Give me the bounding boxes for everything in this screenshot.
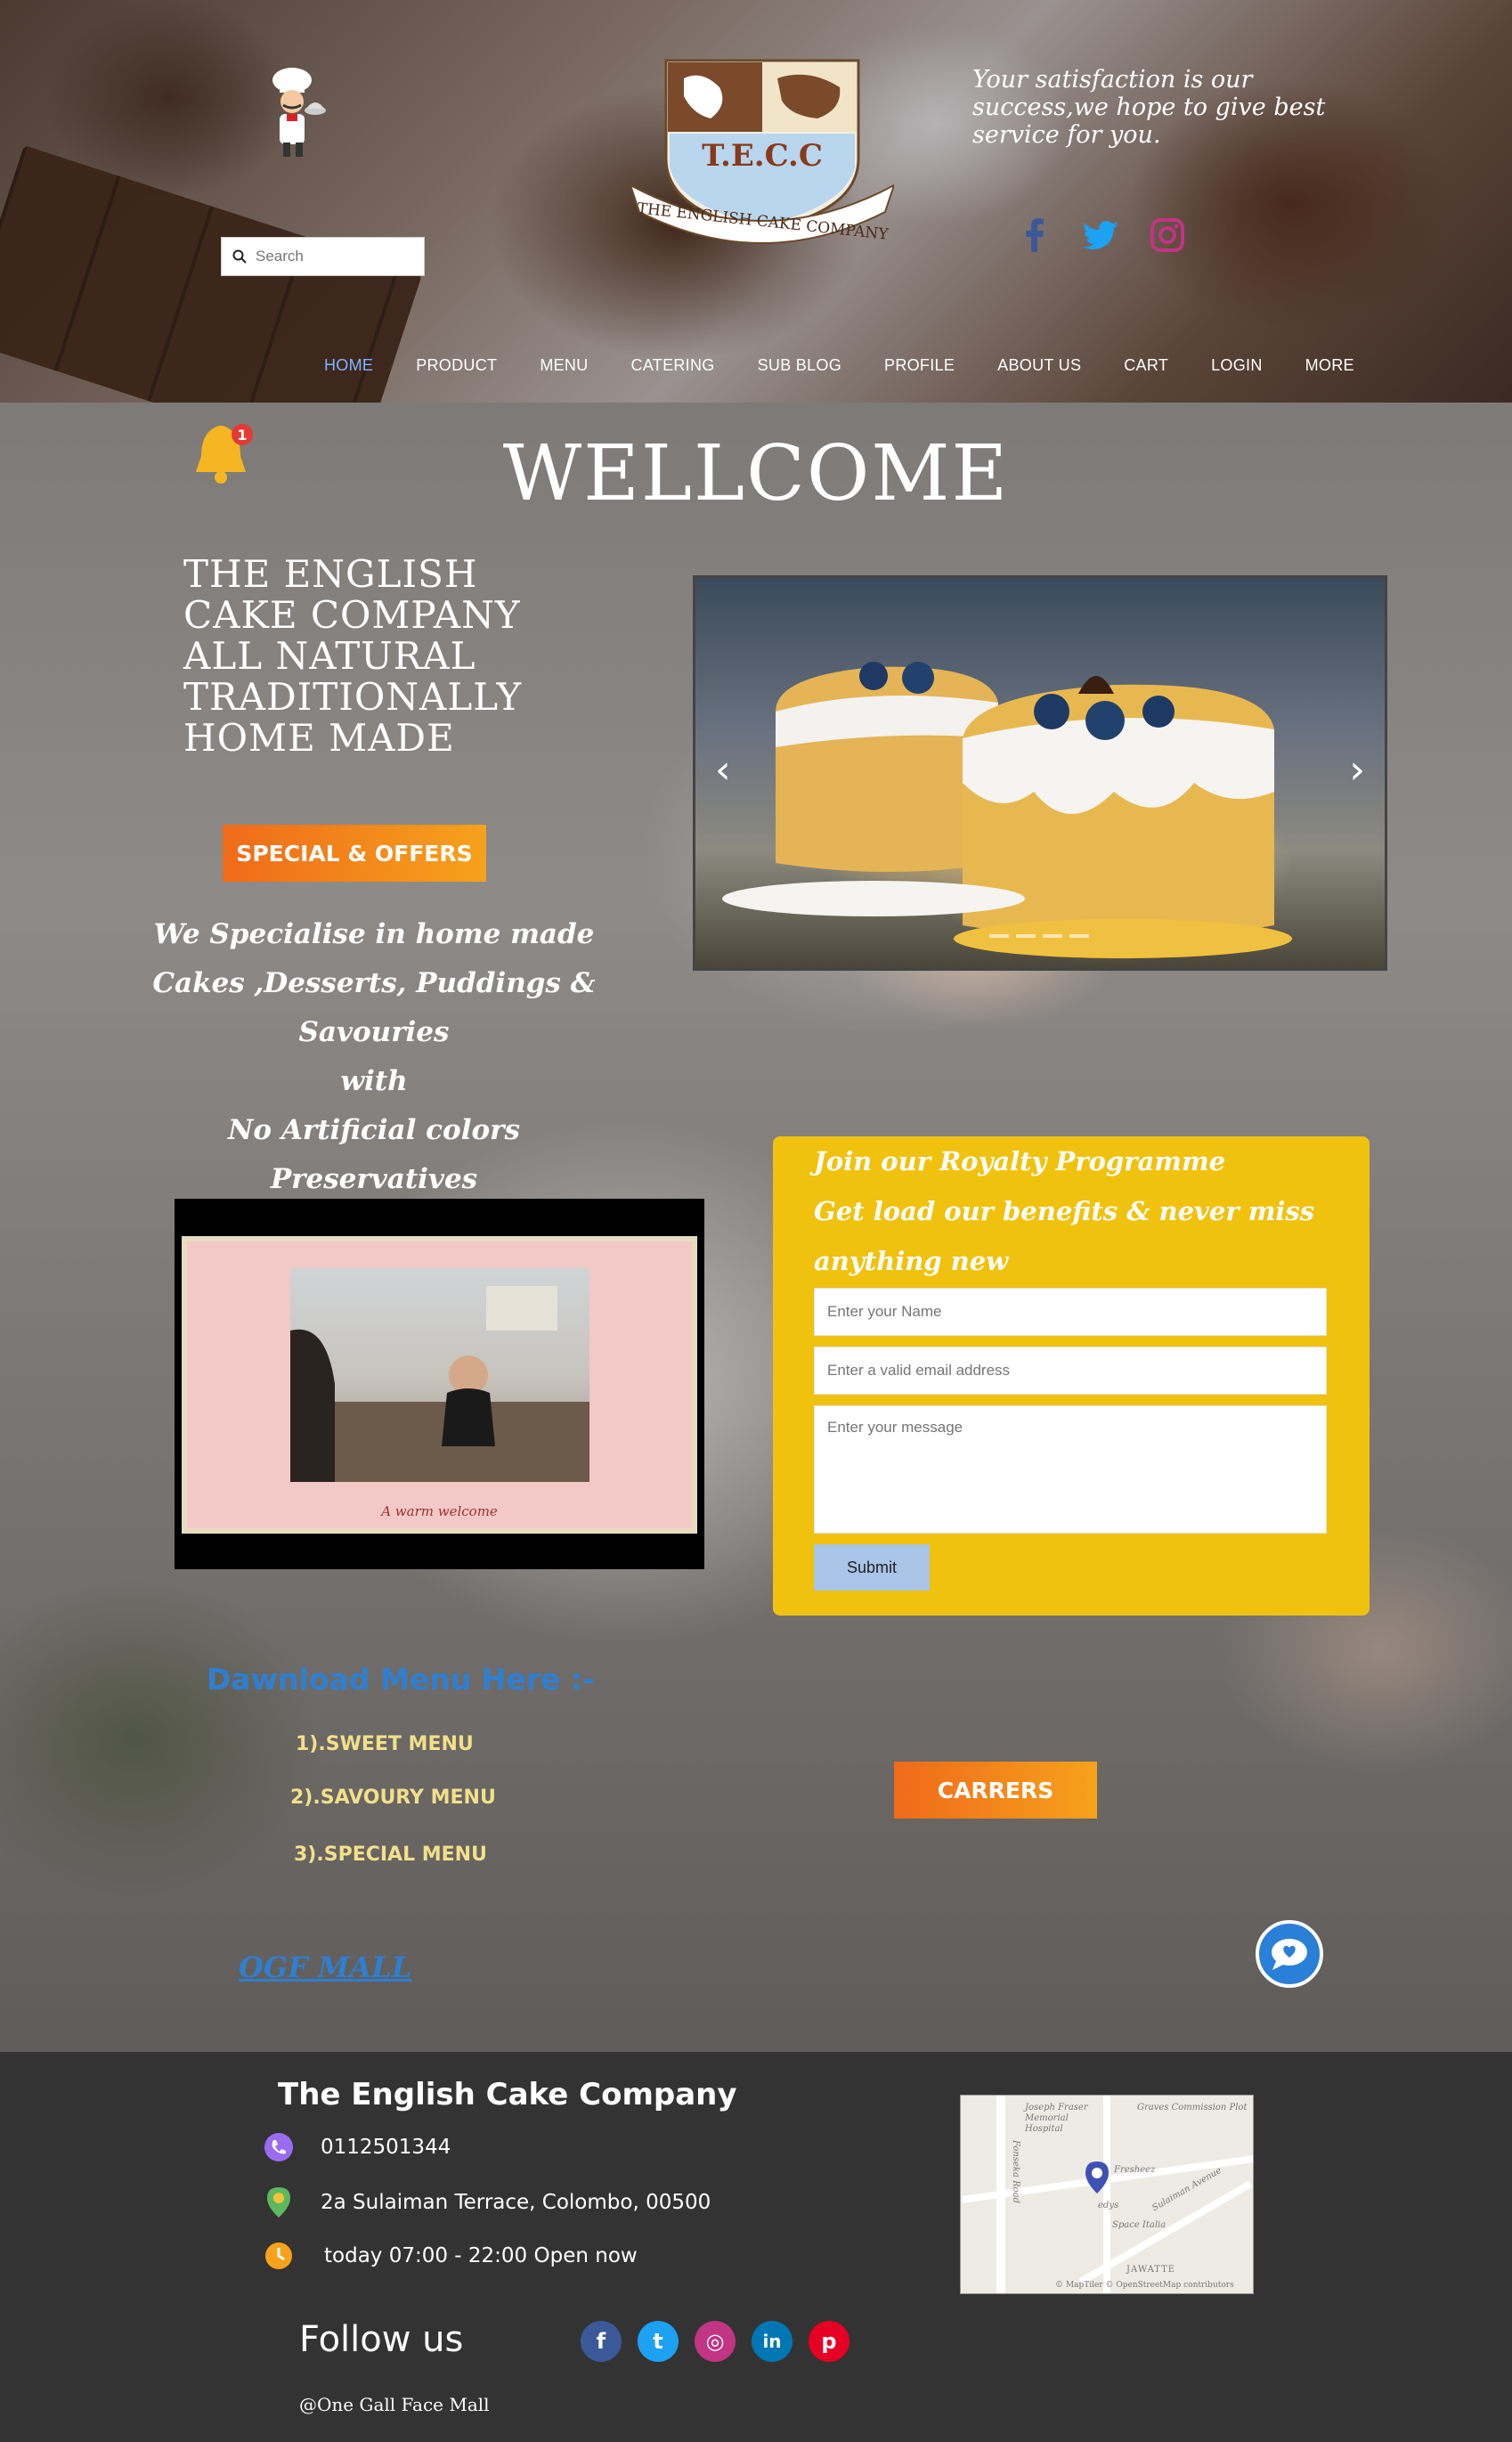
- specialise-text: We Specialise in home made Cakes ,Desser…: [125, 910, 623, 1204]
- specialise-line: Cakes ,Desserts, Puddings & Savouries: [152, 967, 596, 1048]
- chat-button[interactable]: [1256, 1920, 1323, 1988]
- royalty-form: Join our Royalty Programme Get load our …: [773, 1136, 1370, 1616]
- twitter-icon[interactable]: t: [638, 2321, 679, 2362]
- search-icon: [232, 249, 247, 264]
- chef-icon: [272, 68, 326, 157]
- download-menu-heading[interactable]: Dawnload Menu Here :-: [207, 1662, 595, 1697]
- hero-title: THE ENGLISH CAKE COMPANY ALL NATURAL TRA…: [183, 552, 523, 760]
- facebook-icon[interactable]: [1020, 217, 1049, 253]
- phone-icon: [264, 2133, 293, 2161]
- video-thumbnail: [290, 1268, 589, 1482]
- submit-button[interactable]: Submit: [814, 1544, 930, 1591]
- nav-sub-blog[interactable]: SUB BLOG: [736, 356, 863, 375]
- royalty-heading: Join our Royalty Programme: [814, 1146, 1226, 1176]
- specialise-line: with: [340, 1065, 408, 1097]
- nav-catering[interactable]: CATERING: [610, 356, 736, 375]
- nav-cart[interactable]: CART: [1102, 356, 1190, 375]
- site-header: T.E.C.C THE ENGLISH CAKE COMPANY Your sa…: [0, 0, 1512, 403]
- map-label: Joseph Fraser Memorial Hospital: [1025, 2103, 1088, 2134]
- map-label: edys: [1098, 2201, 1119, 2210]
- address-text: 2a Sulaiman Terrace, Colombo, 00500: [321, 2191, 711, 2214]
- video-caption: A warm welcome: [381, 1503, 498, 1519]
- phone-number: 0112501344: [321, 2136, 451, 2159]
- search-box[interactable]: [221, 237, 425, 276]
- map-label: JAWATTE: [1126, 2265, 1176, 2275]
- ogf-mall-link[interactable]: OGF MALL: [239, 1950, 411, 1984]
- company-logo[interactable]: T.E.C.C THE ENGLISH CAKE COMPANY: [630, 52, 894, 265]
- carousel-next-arrow[interactable]: ›: [1349, 747, 1365, 793]
- message-field[interactable]: [814, 1405, 1327, 1534]
- address-row: 2a Sulaiman Terrace, Colombo, 00500: [264, 2186, 711, 2219]
- carousel-dot[interactable]: [989, 934, 1009, 938]
- site-footer: The English Cake Company 0112501344 2a S…: [0, 2052, 1512, 2442]
- nav-more[interactable]: MORE: [1284, 356, 1376, 375]
- map-label: Space Italia: [1112, 2220, 1167, 2230]
- footer-social-links: f t ◎ in p: [581, 2321, 849, 2362]
- follow-us-label: Follow us: [299, 2319, 464, 2360]
- linkedin-icon[interactable]: in: [752, 2321, 793, 2362]
- hours-text: today 07:00 - 22:00 Open now: [324, 2244, 638, 2267]
- sweet-menu-link[interactable]: 1).SWEET MENU: [296, 1733, 474, 1755]
- clock-icon: [265, 2243, 292, 2269]
- map-label: Fresheez: [1114, 2165, 1156, 2175]
- special-offers-button[interactable]: SPECIAL & OFFERS: [223, 825, 486, 882]
- search-input[interactable]: [256, 248, 407, 265]
- specialise-line: Preservatives: [270, 1163, 478, 1195]
- footer-title: The English Cake Company: [278, 2077, 737, 2112]
- main-content: 1 WELLCOME THE ENGLISH CAKE COMPANY ALL …: [0, 403, 1512, 2052]
- carousel-indicators: [989, 934, 1089, 938]
- map-credit: © MapTiler © OpenStreetMap contributors: [1055, 2281, 1234, 2290]
- welcome-heading: WELLCOME: [502, 429, 1010, 518]
- svg-text:T.E.C.C: T.E.C.C: [702, 138, 823, 174]
- nav-home[interactable]: HOME: [303, 356, 394, 375]
- nav-profile[interactable]: PROFILE: [863, 356, 976, 375]
- main-nav: HOME PRODUCT MENU CATERING SUB BLOG PROF…: [303, 356, 1376, 375]
- cake-slide-image: [722, 662, 1292, 958]
- carousel-dot[interactable]: [1016, 934, 1036, 938]
- map-label: Fonseka Road: [1011, 2139, 1021, 2204]
- carousel-dot[interactable]: [1043, 934, 1062, 938]
- royalty-subheading: anything new: [814, 1246, 1009, 1276]
- nav-login[interactable]: LOGIN: [1190, 356, 1284, 375]
- twitter-icon[interactable]: [1081, 217, 1120, 253]
- header-tagline: Your satisfaction is our success,we hope…: [972, 66, 1326, 149]
- mall-text: @One Gall Face Mall: [299, 2394, 490, 2415]
- instagram-icon[interactable]: [1149, 217, 1186, 253]
- welcome-video[interactable]: A warm welcome: [175, 1199, 704, 1569]
- map-label: Graves Commission Plot: [1137, 2103, 1248, 2112]
- image-carousel[interactable]: ‹ ›: [693, 575, 1387, 971]
- instagram-icon[interactable]: ◎: [695, 2321, 736, 2362]
- map-pin-icon: [1085, 2161, 1109, 2194]
- specialise-line: We Specialise in home made: [153, 918, 595, 950]
- nav-product[interactable]: PRODUCT: [394, 356, 518, 375]
- hours-row: today 07:00 - 22:00 Open now: [264, 2241, 638, 2271]
- careers-button[interactable]: CARRERS: [894, 1762, 1097, 1819]
- pinterest-icon[interactable]: p: [809, 2321, 849, 2362]
- chat-icon: [1272, 1939, 1307, 1970]
- special-menu-link[interactable]: 3).SPECIAL MENU: [294, 1844, 487, 1866]
- location-map[interactable]: Joseph Fraser Memorial Hospital Graves C…: [960, 2095, 1254, 2294]
- savoury-menu-link[interactable]: 2).SAVOURY MENU: [290, 1787, 496, 1809]
- carousel-prev-arrow[interactable]: ‹: [715, 747, 731, 793]
- royalty-subheading: Get load our benefits & never miss: [814, 1196, 1315, 1226]
- nav-about-us[interactable]: ABOUT US: [976, 356, 1102, 375]
- carousel-dot[interactable]: [1069, 934, 1089, 938]
- name-field[interactable]: [814, 1288, 1327, 1336]
- location-pin-icon: [267, 2187, 290, 2218]
- facebook-icon[interactable]: f: [581, 2321, 622, 2362]
- video-frame: A warm welcome: [182, 1236, 697, 1534]
- specialise-line: No Artificial colors: [228, 1114, 520, 1146]
- phone-row: 0112501344: [264, 2132, 451, 2162]
- nav-menu[interactable]: MENU: [518, 356, 609, 375]
- email-field[interactable]: [814, 1347, 1327, 1395]
